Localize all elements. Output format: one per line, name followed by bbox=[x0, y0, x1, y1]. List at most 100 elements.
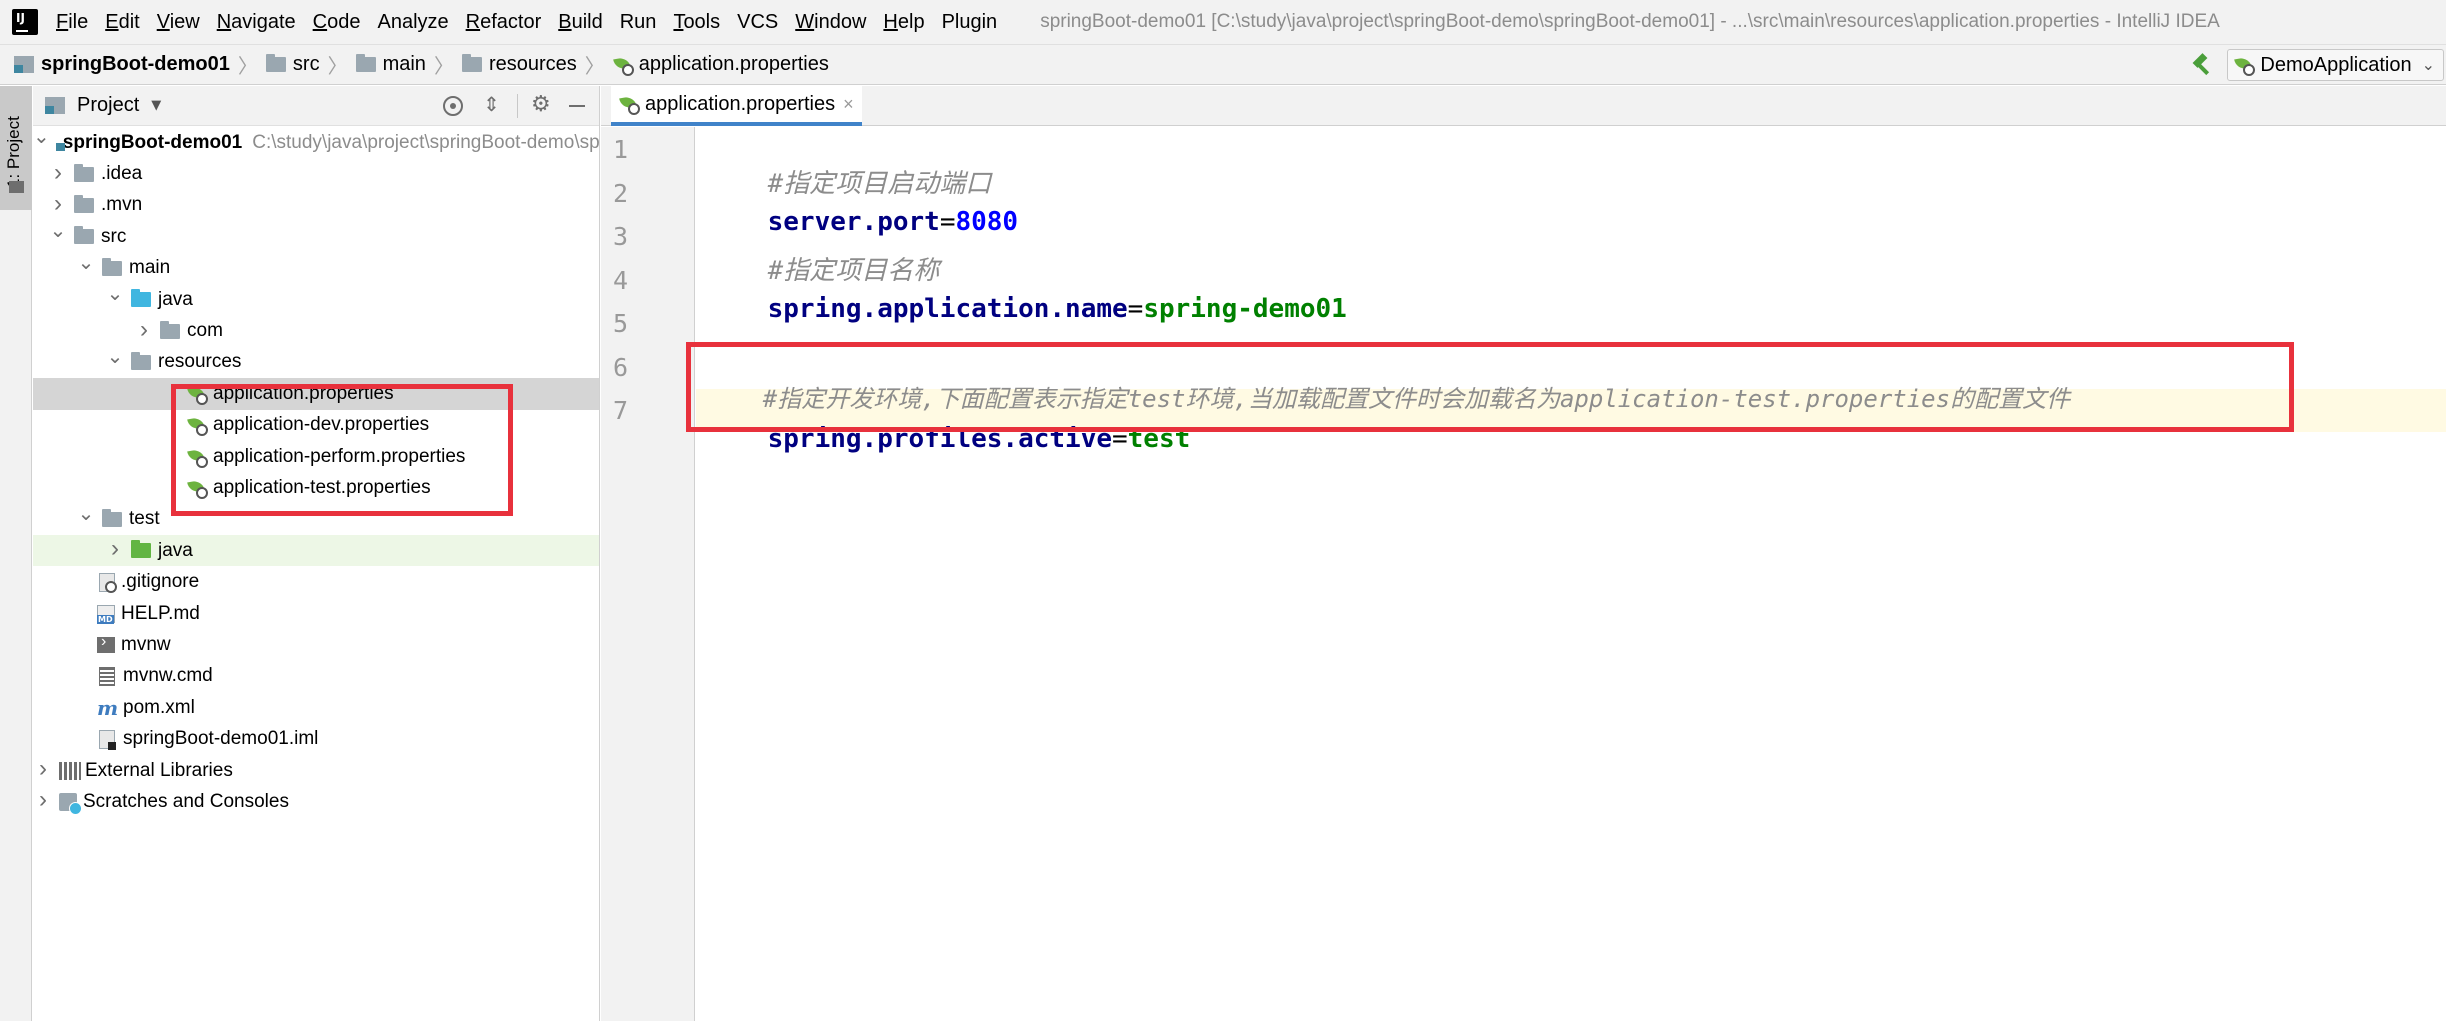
code-editor[interactable]: #指定项目启动端口 server.port=8080 #指定项目名称 sprin… bbox=[696, 127, 2446, 1021]
menu-tools[interactable]: Tools bbox=[673, 11, 720, 34]
left-tool-stripe: 1: Project bbox=[0, 86, 32, 1021]
tree-item-help-md[interactable]: HELP.md bbox=[33, 598, 599, 629]
chevron-right-icon[interactable] bbox=[48, 195, 68, 216]
tree-item-java[interactable]: java bbox=[33, 284, 599, 315]
breadcrumb-src[interactable]: src bbox=[265, 53, 320, 76]
scratches-icon bbox=[59, 792, 82, 815]
menu-bar: IJ File Edit View Navigate Code Analyze … bbox=[0, 0, 2446, 44]
chevron-down-icon[interactable] bbox=[105, 287, 125, 312]
chevron-right-icon: 〉 bbox=[327, 54, 348, 78]
tab-application-properties[interactable]: application.properties × bbox=[611, 86, 862, 126]
menu-analyze[interactable]: Analyze bbox=[377, 11, 448, 34]
menu-edit[interactable]: Edit bbox=[105, 11, 139, 34]
chevron-down-icon[interactable] bbox=[76, 256, 96, 281]
run-configuration-select[interactable]: DemoApplication ⌄ bbox=[2227, 49, 2444, 81]
project-tree: springBoot-demo01 C:\study\java\project\… bbox=[33, 127, 599, 818]
chevron-right-icon: 〉 bbox=[433, 54, 454, 78]
menu-code[interactable]: Code bbox=[313, 11, 361, 34]
breadcrumb-file[interactable]: application.properties bbox=[613, 53, 829, 76]
tree-item-application-dev-properties[interactable]: application-dev.properties bbox=[33, 410, 599, 441]
breadcrumb-main[interactable]: main bbox=[355, 53, 426, 76]
chevron-right-icon[interactable] bbox=[33, 791, 53, 812]
menu-refactor[interactable]: Refactor bbox=[466, 11, 542, 34]
tree-item-application-perform-properties[interactable]: application-perform.properties bbox=[33, 441, 599, 472]
library-icon bbox=[59, 761, 81, 780]
tree-item-src[interactable]: src bbox=[33, 221, 599, 252]
project-panel-header: Project ▼ ⚙ bbox=[33, 86, 599, 126]
chevron-right-icon[interactable] bbox=[48, 164, 68, 185]
menu-navigate[interactable]: Navigate bbox=[217, 11, 296, 34]
chevron-down-icon[interactable] bbox=[48, 224, 68, 249]
spring-properties-icon bbox=[187, 385, 208, 405]
line-number: 6 bbox=[613, 353, 629, 382]
code-line-4: spring.application.name=spring-demo01 bbox=[767, 294, 1347, 324]
spring-properties-icon bbox=[187, 416, 208, 437]
tree-item-application-test-properties[interactable]: application-test.properties bbox=[33, 472, 599, 503]
menu-run[interactable]: Run bbox=[620, 11, 657, 34]
tree-item-iml[interactable]: springBoot-demo01.iml bbox=[33, 723, 599, 754]
chevron-right-icon[interactable] bbox=[134, 321, 154, 342]
tree-item-resources[interactable]: resources bbox=[33, 347, 599, 378]
line-number: 5 bbox=[613, 309, 629, 338]
spring-properties-icon bbox=[619, 95, 640, 115]
hide-panel-icon[interactable] bbox=[569, 96, 589, 116]
spring-properties-icon bbox=[187, 479, 208, 499]
folder-icon bbox=[74, 226, 94, 245]
maven-icon: m bbox=[97, 695, 119, 720]
menu-help[interactable]: Help bbox=[883, 11, 924, 34]
menu-view[interactable]: View bbox=[157, 11, 200, 34]
editor-tab-bar: application.properties × bbox=[601, 86, 2446, 126]
tree-item-idea[interactable]: .idea bbox=[33, 158, 599, 189]
resources-folder-icon bbox=[461, 54, 482, 72]
text-file-icon bbox=[99, 666, 115, 686]
tree-item-test[interactable]: test bbox=[33, 504, 599, 535]
project-panel: Project ▼ ⚙ springBoot-demo01 C:\study\j… bbox=[33, 86, 600, 1021]
menu-vcs[interactable]: VCS bbox=[737, 11, 778, 34]
tree-item-pom[interactable]: m pom.xml bbox=[33, 692, 599, 723]
menu-window[interactable]: Window bbox=[795, 11, 866, 34]
tree-item-test-java[interactable]: java bbox=[33, 535, 599, 567]
chevron-right-icon[interactable] bbox=[105, 540, 125, 561]
menu-plugin[interactable]: Plugin bbox=[942, 11, 998, 34]
window-title: springBoot-demo01 [C:\study\java\project… bbox=[1040, 11, 2220, 32]
breadcrumb-resources[interactable]: resources bbox=[461, 53, 577, 76]
folder-icon bbox=[74, 194, 94, 213]
breadcrumb-project[interactable]: springBoot-demo01 bbox=[14, 53, 230, 76]
chevron-down-icon[interactable] bbox=[105, 350, 125, 375]
gear-icon[interactable]: ⚙ bbox=[531, 92, 551, 117]
resources-folder-icon bbox=[131, 351, 151, 370]
tree-item-mvnw[interactable]: mvnw bbox=[33, 629, 599, 660]
markdown-file-icon bbox=[97, 604, 115, 624]
chevron-down-icon[interactable] bbox=[76, 507, 96, 532]
test-folder-icon bbox=[131, 540, 151, 559]
project-folder-icon bbox=[14, 56, 34, 73]
line-number: 4 bbox=[613, 266, 629, 295]
project-tool-tab[interactable]: 1: Project bbox=[0, 86, 32, 210]
tree-item-main[interactable]: main bbox=[33, 253, 599, 284]
close-icon[interactable]: × bbox=[843, 94, 854, 115]
intellij-logo-icon: IJ bbox=[9, 6, 41, 38]
tree-item-com[interactable]: com bbox=[33, 315, 599, 346]
tree-item-mvn[interactable]: .mvn bbox=[33, 190, 599, 221]
triangle-down-icon[interactable]: ▼ bbox=[151, 98, 161, 113]
line-number: 7 bbox=[613, 396, 629, 425]
menu-file[interactable]: File bbox=[56, 11, 88, 34]
locate-file-icon[interactable] bbox=[443, 96, 463, 116]
chevron-down-icon[interactable] bbox=[33, 130, 50, 155]
tree-item-external-libraries[interactable]: External Libraries bbox=[33, 755, 599, 786]
project-view-selector[interactable]: Project bbox=[77, 94, 139, 117]
chevron-right-icon[interactable] bbox=[33, 760, 53, 781]
collapse-all-icon[interactable] bbox=[481, 92, 501, 116]
tree-item-root[interactable]: springBoot-demo01 C:\study\java\project\… bbox=[33, 127, 599, 158]
tree-item-mvnw-cmd[interactable]: mvnw.cmd bbox=[33, 661, 599, 692]
gitignore-file-icon bbox=[99, 572, 117, 593]
tree-item-scratches[interactable]: Scratches and Consoles bbox=[33, 786, 599, 817]
tree-item-gitignore[interactable]: .gitignore bbox=[33, 566, 599, 597]
line-number: 3 bbox=[613, 222, 629, 251]
folder-icon bbox=[102, 257, 122, 276]
code-line-7: spring.profiles.active=test bbox=[767, 424, 1191, 454]
build-hammer-icon[interactable] bbox=[2191, 54, 2213, 76]
menu-build[interactable]: Build bbox=[558, 11, 602, 34]
folder-icon bbox=[74, 163, 94, 182]
tree-item-application-properties[interactable]: application.properties bbox=[33, 378, 599, 410]
